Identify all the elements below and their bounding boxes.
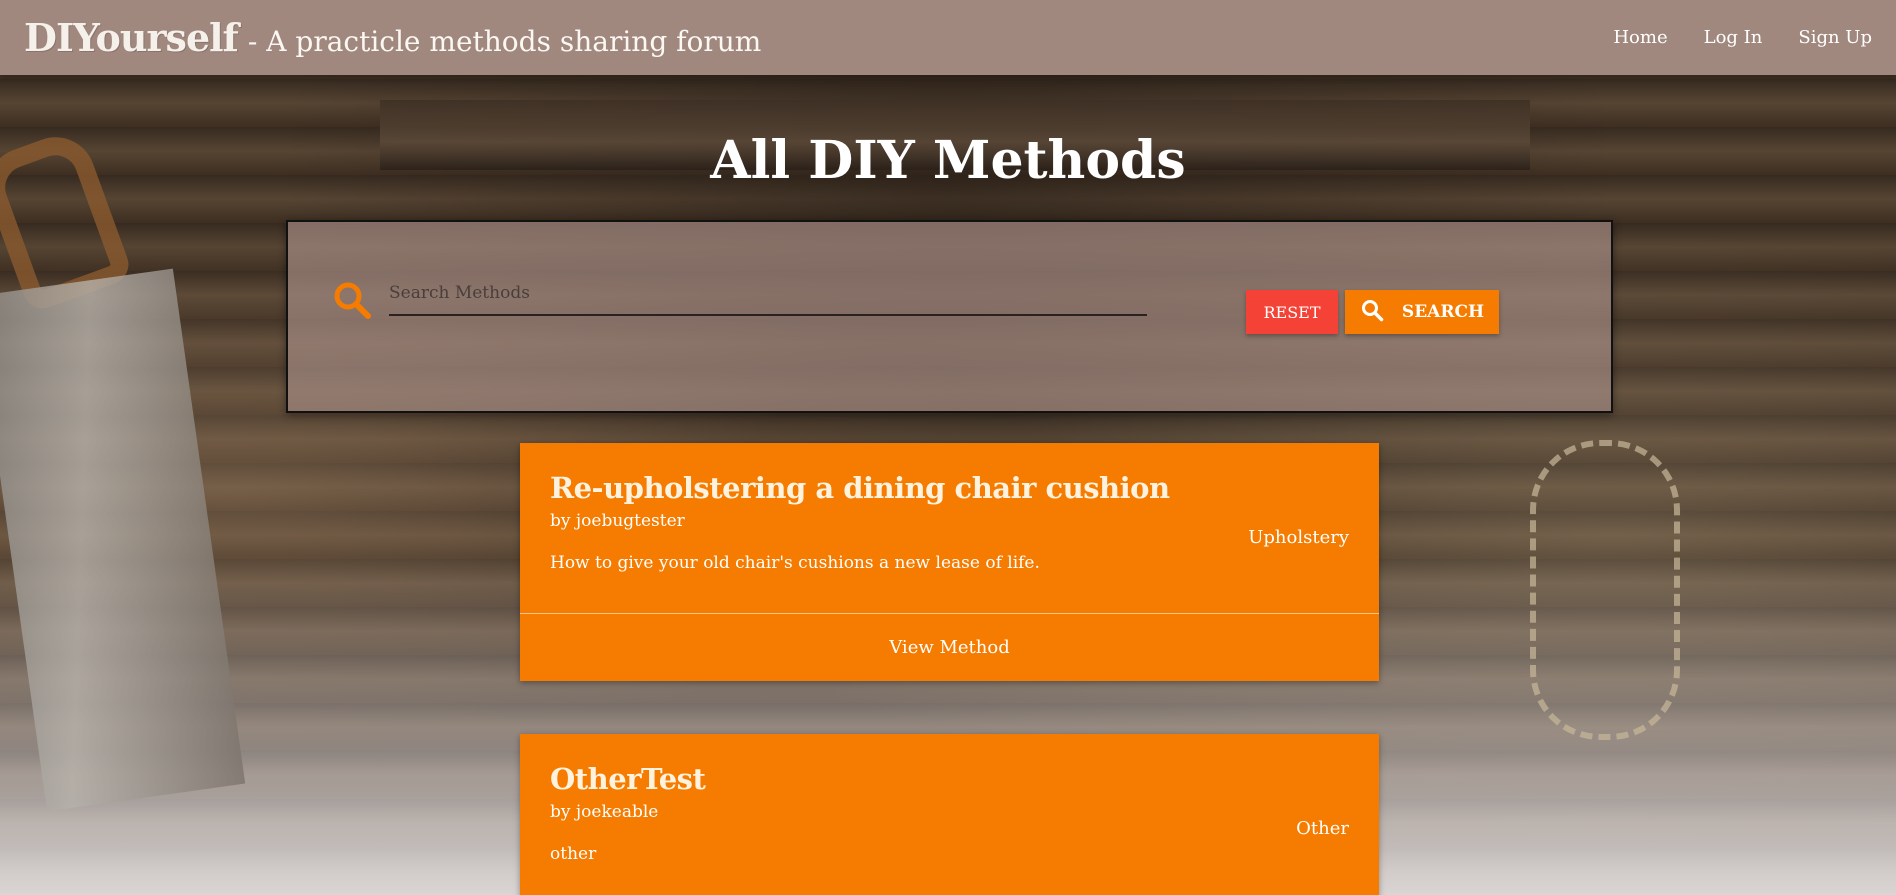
- reset-button[interactable]: RESET: [1246, 290, 1338, 334]
- search-panel: RESET SEARCH: [286, 220, 1613, 413]
- method-description: other: [550, 844, 597, 864]
- method-card-content: Re-upholstering a dining chair cushion b…: [520, 443, 1379, 613]
- nav-signup-link[interactable]: Sign Up: [1798, 27, 1872, 48]
- method-card: Re-upholstering a dining chair cushion b…: [520, 443, 1379, 681]
- nav-login-link[interactable]: Log In: [1704, 27, 1763, 48]
- search-button[interactable]: SEARCH: [1345, 290, 1499, 334]
- search-button-icon: [1360, 298, 1384, 327]
- brand: DIYourself - A practicle methods sharing…: [24, 15, 761, 60]
- method-author: by joekeable: [550, 802, 659, 822]
- search-input[interactable]: [389, 272, 1147, 316]
- navbar: DIYourself - A practicle methods sharing…: [0, 0, 1896, 75]
- method-category: Other: [1296, 818, 1349, 839]
- brand-tagline: - A practicle methods sharing forum: [247, 25, 762, 58]
- search-button-label: SEARCH: [1401, 302, 1485, 322]
- background-rope: [1530, 440, 1680, 740]
- method-title: OtherTest: [550, 762, 706, 796]
- method-author: by joebugtester: [550, 511, 685, 531]
- brand-logo[interactable]: DIYourself: [24, 15, 239, 60]
- method-description: How to give your old chair's cushions a …: [550, 553, 1040, 573]
- page-title: All DIY Methods: [710, 130, 1186, 191]
- view-method-link[interactable]: View Method: [889, 637, 1010, 658]
- search-icon: [332, 280, 372, 320]
- method-card-content: OtherTest by joekeable other Other: [520, 734, 1379, 895]
- method-title: Re-upholstering a dining chair cushion: [550, 471, 1170, 505]
- nav-home-link[interactable]: Home: [1613, 27, 1667, 48]
- method-card: OtherTest by joekeable other Other: [520, 734, 1379, 895]
- nav-links: Home Log In Sign Up: [1613, 27, 1872, 48]
- method-card-action: View Method: [520, 613, 1379, 681]
- method-category: Upholstery: [1248, 527, 1349, 548]
